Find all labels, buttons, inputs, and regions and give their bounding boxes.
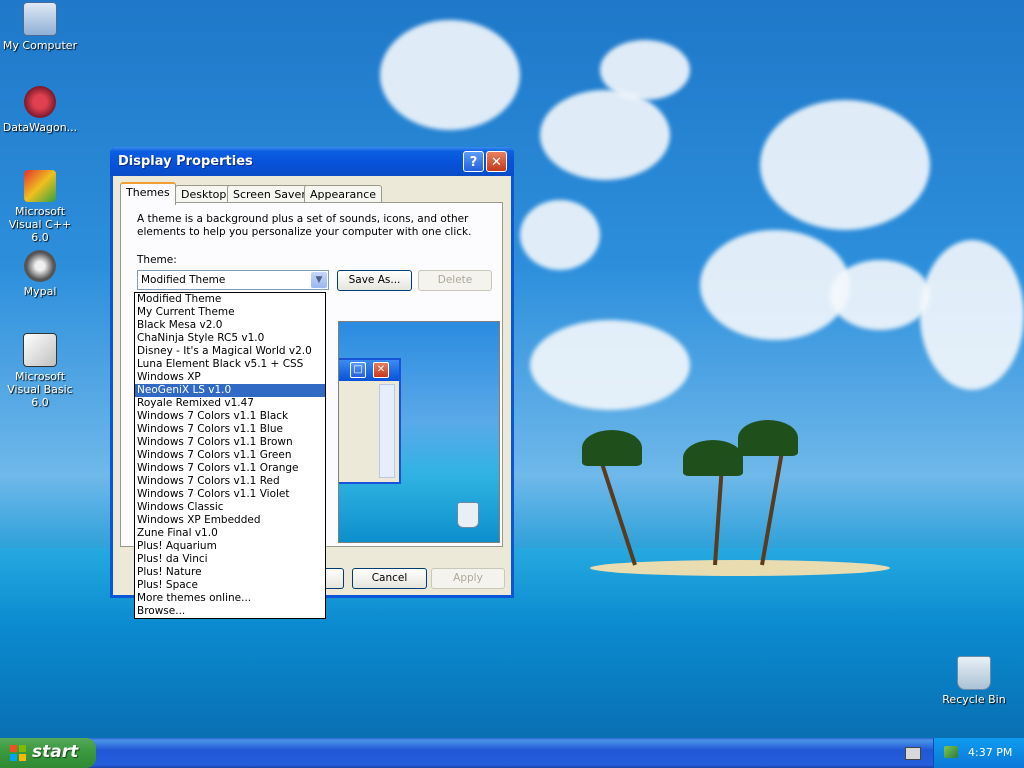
cloud xyxy=(700,230,850,340)
theme-option[interactable]: Browse... xyxy=(135,605,325,618)
preview-scrollbar xyxy=(379,384,395,478)
keyboard-icon[interactable] xyxy=(905,747,921,760)
close-icon: ✕ xyxy=(373,362,389,378)
apply-button[interactable]: Apply xyxy=(431,568,505,589)
palm-tree-leaves xyxy=(683,440,743,476)
themes-description: A theme is a background plus a set of so… xyxy=(137,213,472,238)
theme-option[interactable]: Windows 7 Colors v1.1 Green xyxy=(135,449,325,462)
cloud xyxy=(920,240,1024,390)
window-title: Display Properties xyxy=(118,154,253,169)
delete-button[interactable]: Delete xyxy=(418,270,492,291)
start-label: start xyxy=(32,742,79,762)
theme-option[interactable]: Royale Remixed v1.47 xyxy=(135,397,325,410)
theme-option[interactable]: Windows XP Embedded xyxy=(135,514,325,527)
theme-option[interactable]: Windows 7 Colors v1.1 Orange xyxy=(135,462,325,475)
desktop-icon-visual-cpp[interactable]: Microsoft Visual C++ 6.0 xyxy=(0,170,80,244)
visual-basic-icon xyxy=(23,333,57,367)
theme-option[interactable]: Plus! da Vinci xyxy=(135,553,325,566)
cloud xyxy=(760,100,930,230)
theme-option[interactable]: My Current Theme xyxy=(135,306,325,319)
theme-option[interactable]: Plus! Space xyxy=(135,579,325,592)
theme-option[interactable]: Windows 7 Colors v1.1 Blue xyxy=(135,423,325,436)
theme-option[interactable]: Plus! Aquarium xyxy=(135,540,325,553)
network-icon[interactable] xyxy=(944,746,958,758)
desktop-icon-recycle-bin[interactable]: Recycle Bin xyxy=(934,656,1014,706)
theme-option[interactable]: Disney - It's a Magical World v2.0 xyxy=(135,345,325,358)
theme-option[interactable]: Windows Classic xyxy=(135,501,325,514)
theme-option[interactable]: Windows 7 Colors v1.1 Black xyxy=(135,410,325,423)
preview-recycle-bin-icon xyxy=(457,502,479,528)
windows-flag-icon xyxy=(10,745,26,761)
theme-option[interactable]: Windows XP xyxy=(135,371,325,384)
theme-option[interactable]: ChaNinja Style RC5 v1.0 xyxy=(135,332,325,345)
theme-select[interactable]: Modified Theme ▼ xyxy=(137,270,329,290)
theme-dropdown-list: Modified Theme My Current Theme Black Mesa… xyxy=(134,292,326,619)
datawagon-icon xyxy=(24,86,56,118)
cloud xyxy=(540,90,670,180)
theme-option[interactable]: Luna Element Black v5.1 + CSS xyxy=(135,358,325,371)
clock[interactable]: 4:37 PM xyxy=(968,746,1012,759)
desktop-icon-visual-basic[interactable]: Microsoft Visual Basic 6.0 xyxy=(0,333,80,409)
preview-window-titlebar: □ ✕ xyxy=(339,360,399,381)
preview-window: □ ✕ xyxy=(339,358,401,484)
theme-option[interactable]: Windows 7 Colors v1.1 Brown xyxy=(135,436,325,449)
desktop-icon-mypal[interactable]: Mypal xyxy=(0,250,80,298)
my-computer-icon xyxy=(23,2,57,36)
start-button[interactable]: start xyxy=(0,738,96,768)
theme-option[interactable]: NeoGeniX LS v1.0 xyxy=(135,384,325,397)
desktop-icon-label: DataWagon... xyxy=(2,121,78,134)
desktop-icon-label: My Computer xyxy=(2,39,78,52)
theme-option[interactable]: More themes online... xyxy=(135,592,325,605)
desktop-icon-label: Microsoft Visual C++ 6.0 xyxy=(8,205,72,244)
theme-option[interactable]: Windows 7 Colors v1.1 Violet xyxy=(135,488,325,501)
desktop-icon-label: Microsoft Visual Basic 6.0 xyxy=(7,370,73,409)
desktop-icon-label: Mypal xyxy=(23,285,57,298)
theme-select-value: Modified Theme xyxy=(141,274,226,286)
system-tray: 4:37 PM xyxy=(933,738,1024,768)
cloud xyxy=(380,20,520,130)
desktop-icon-datawagon[interactable]: DataWagon... xyxy=(0,86,80,134)
cloud xyxy=(830,260,930,330)
maximize-icon: □ xyxy=(350,362,366,378)
help-button[interactable]: ? xyxy=(463,151,484,172)
chevron-down-icon[interactable]: ▼ xyxy=(311,272,327,288)
tab-themes[interactable]: Themes xyxy=(120,182,176,205)
save-as-button[interactable]: Save As... xyxy=(337,270,412,291)
cancel-button[interactable]: Cancel xyxy=(352,568,427,589)
mypal-icon xyxy=(24,250,56,282)
palm-tree-leaves xyxy=(738,420,798,456)
recycle-bin-icon xyxy=(957,656,991,690)
close-button[interactable]: ✕ xyxy=(486,151,507,172)
desktop-icon-label: Recycle Bin xyxy=(942,693,1006,706)
visual-cpp-icon xyxy=(24,170,56,202)
theme-label: Theme: xyxy=(137,254,177,266)
palm-tree-leaves xyxy=(582,430,642,466)
theme-option[interactable]: Windows 7 Colors v1.1 Red xyxy=(135,475,325,488)
theme-option[interactable]: Black Mesa v2.0 xyxy=(135,319,325,332)
desktop-icon-my-computer[interactable]: My Computer xyxy=(0,2,80,52)
cloud xyxy=(530,320,690,410)
theme-preview: □ ✕ xyxy=(338,321,500,543)
theme-option[interactable]: Modified Theme xyxy=(135,293,325,306)
theme-option[interactable]: Plus! Nature xyxy=(135,566,325,579)
cloud xyxy=(520,200,600,270)
window-titlebar[interactable]: Display Properties ? ✕ xyxy=(110,147,514,176)
taskbar: start 4:37 PM xyxy=(0,738,1024,768)
cloud xyxy=(600,40,690,100)
theme-option[interactable]: Zune Final v1.0 xyxy=(135,527,325,540)
